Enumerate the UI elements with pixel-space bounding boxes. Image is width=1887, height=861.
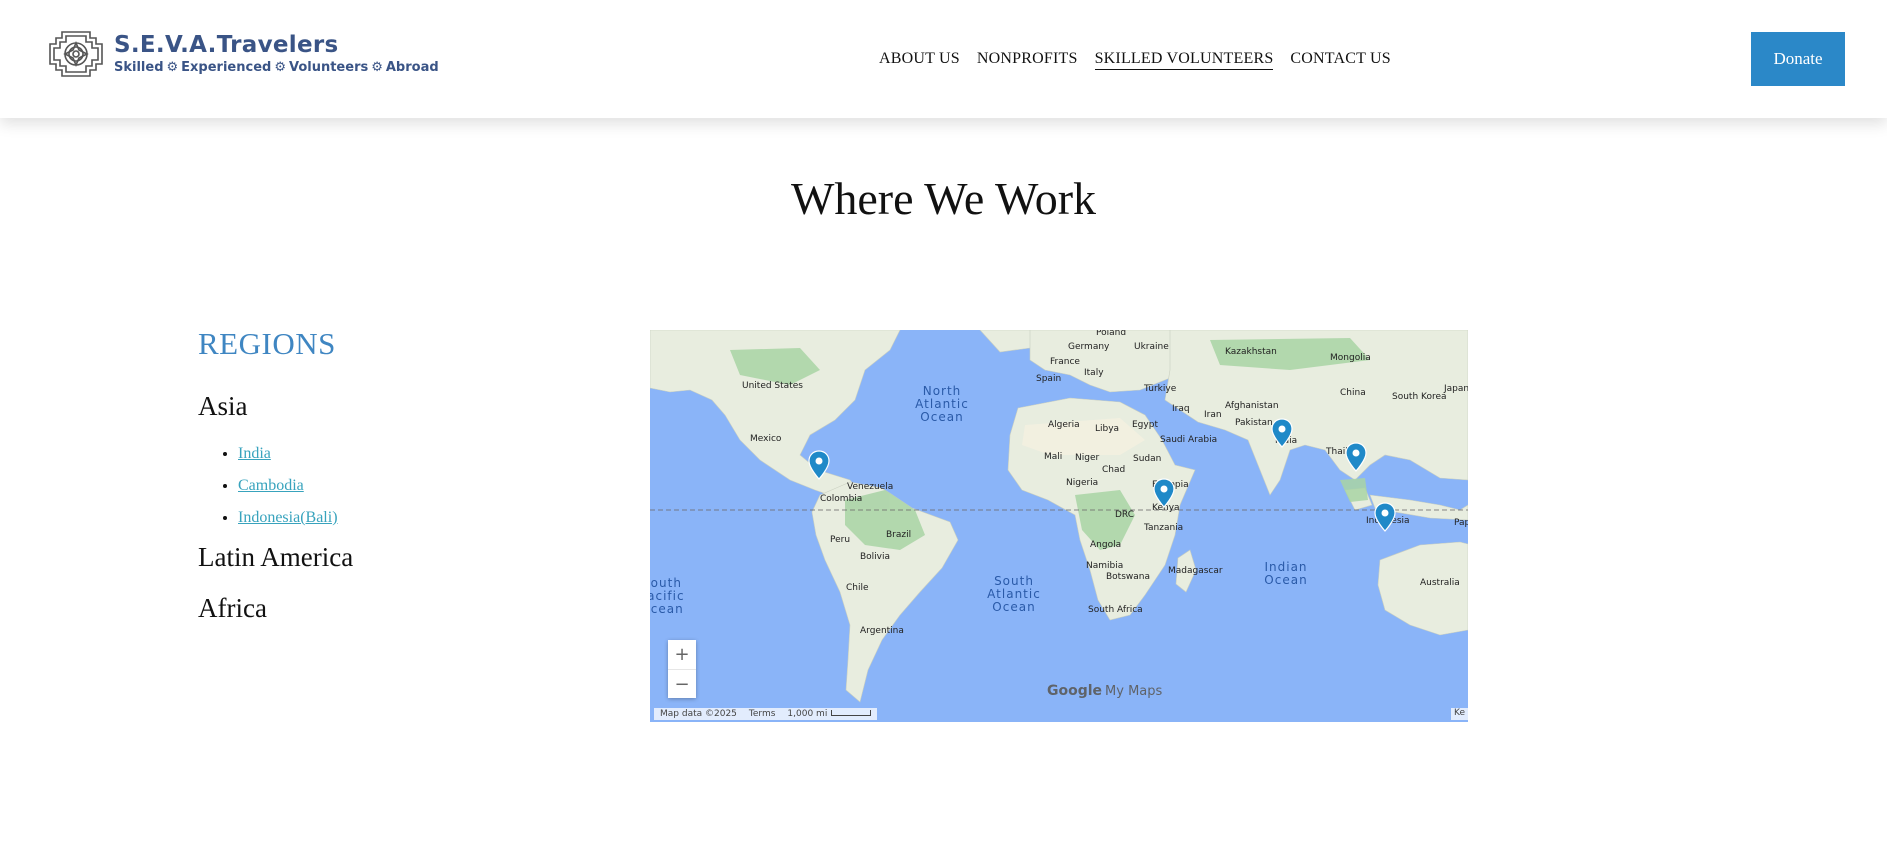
zoom-in-button[interactable]: + — [668, 640, 696, 669]
map-country-label: South Africa — [1088, 605, 1143, 615]
map-scale-label: 1,000 mi — [787, 709, 828, 719]
asia-country-list: India Cambodia Indonesia(Bali) — [198, 438, 578, 534]
nav-skilled-volunteers[interactable]: SKILLED VOLUNTEERS — [1094, 50, 1274, 70]
map-attribution: Map data ©2025 Terms 1,000 mi — [654, 708, 878, 720]
map-country-label: United States — [742, 381, 803, 391]
map-country-label: Namibia — [1086, 561, 1124, 571]
map-country-label: Sudan — [1133, 454, 1162, 464]
zoom-out-button[interactable]: − — [668, 669, 696, 698]
logo-title: S.E.V.A.Travelers — [114, 32, 339, 58]
nav-nonprofits[interactable]: NONPROFITS — [977, 50, 1078, 70]
ocean-label-south-pacific: South Pacific Ocean — [650, 576, 685, 616]
site-logo[interactable]: S.E.V.A.Travelers Skilled ⚙ Experienced … — [48, 28, 439, 80]
map-country-label: Mongolia — [1330, 353, 1371, 363]
nav-about-us[interactable]: ABOUT US — [879, 50, 960, 70]
google-my-maps-logo: Google My Maps — [1047, 683, 1162, 699]
map-scale: 1,000 mi — [787, 709, 872, 719]
my-maps-wordmark: My Maps — [1105, 684, 1163, 699]
google-wordmark: Google — [1047, 683, 1103, 699]
map-data-credit: Map data ©2025 — [660, 709, 737, 719]
map-country-label: DRC — [1115, 510, 1135, 520]
map-marker-pin-icon[interactable] — [1345, 442, 1367, 472]
map-country-label: Türkiye — [1144, 384, 1177, 394]
map-zoom-controls: + − — [668, 640, 696, 698]
map-country-label: Libya — [1095, 424, 1120, 434]
map-country-label: Afghanistan — [1225, 401, 1279, 411]
country-link-indonesia[interactable]: Indonesia(Bali) — [238, 509, 338, 526]
map-country-label: Tanzania — [1144, 523, 1184, 533]
scale-bar-icon — [831, 710, 872, 716]
map-country-label: Angola — [1090, 540, 1122, 550]
map-country-label: Botswana — [1106, 572, 1150, 582]
country-link-india[interactable]: India — [238, 445, 271, 462]
page-title: Where We Work — [790, 173, 1097, 224]
map-country-label: Spain — [1036, 374, 1062, 384]
logo-emblem-icon — [49, 31, 103, 77]
map-country-label: Colombia — [820, 494, 863, 504]
world-map[interactable]: Poland Germany Ukraine Kazakhstan Mongol… — [650, 330, 1468, 722]
regions-heading: REGIONS — [198, 326, 336, 361]
gear-icon: ⚙ — [371, 60, 383, 75]
map-country-label: France — [1050, 357, 1080, 367]
map-country-label: Saudi Arabia — [1160, 435, 1218, 445]
region-asia: Asia — [198, 391, 248, 421]
map-marker-pin-icon[interactable] — [1271, 418, 1293, 448]
list-item: India — [238, 438, 578, 470]
map-country-label: Peru — [830, 535, 851, 545]
map-country-label: Egypt — [1132, 420, 1158, 430]
tagline-word: Abroad — [385, 60, 439, 75]
map-country-label: Nigeria — [1066, 478, 1099, 488]
region-latin-america: Latin America — [198, 542, 354, 572]
map-country-label: Mali — [1044, 452, 1063, 462]
map-country-label: Kazakhstan — [1225, 347, 1277, 357]
map-country-label: Papua New Guinea — [1454, 518, 1468, 528]
map-country-label: Argentina — [860, 626, 904, 636]
site-header: S.E.V.A.Travelers Skilled ⚙ Experienced … — [0, 0, 1887, 118]
ocean-label-indian: Indian Ocean — [1264, 560, 1308, 587]
map-country-label: Australia — [1420, 578, 1460, 588]
regions-sidebar: REGIONS Asia India Cambodia Indonesia(Ba… — [198, 326, 578, 624]
map-country-label: China — [1340, 388, 1366, 398]
map-country-label: Mexico — [750, 434, 782, 444]
map-country-label: Brazil — [886, 530, 912, 540]
ocean-label-south-atlantic: South Atlantic Ocean — [987, 574, 1041, 614]
tagline-word: Skilled — [114, 60, 164, 75]
list-item: Indonesia(Bali) — [238, 502, 578, 534]
map-country-label: Pakistan — [1235, 418, 1273, 428]
ocean-label-north-atlantic: North Atlantic Ocean — [915, 384, 969, 424]
map-country-label: Germany — [1068, 342, 1110, 352]
map-country-label: Poland — [1096, 330, 1127, 338]
gear-icon: ⚙ — [166, 60, 179, 75]
map-country-label: Venezuela — [847, 482, 894, 492]
map-country-label: Iraq — [1172, 404, 1190, 414]
map-country-label: Chile — [846, 583, 869, 593]
map-country-label: Iran — [1204, 410, 1222, 420]
country-link-cambodia[interactable]: Cambodia — [238, 477, 304, 494]
map-country-label: Japan — [1444, 384, 1468, 394]
map-country-label: Italy — [1084, 368, 1104, 378]
map-marker-pin-icon[interactable] — [808, 450, 830, 480]
gear-icon: ⚙ — [274, 60, 286, 75]
tagline-word: Volunteers — [288, 60, 369, 75]
logo-tagline: Skilled ⚙ Experienced ⚙ Volunteers ⚙ Abr… — [114, 59, 439, 77]
list-item: Cambodia — [238, 470, 578, 502]
map-marker-pin-icon[interactable] — [1153, 478, 1175, 508]
map-country-label: South Korea — [1392, 392, 1447, 402]
tagline-word: Experienced — [181, 60, 272, 75]
map-country-label: Niger — [1075, 453, 1100, 463]
main-nav: ABOUT US NONPROFITS SKILLED VOLUNTEERS C… — [879, 50, 1391, 70]
map-country-label: Madagascar — [1168, 566, 1223, 576]
map-country-label: Bolivia — [860, 552, 891, 562]
donate-button[interactable]: Donate — [1751, 32, 1845, 86]
region-africa: Africa — [198, 593, 267, 623]
map-country-label: Ukraine — [1134, 342, 1169, 352]
keyboard-shortcuts-link[interactable]: Ke — [1451, 708, 1468, 720]
nav-contact-us[interactable]: CONTACT US — [1290, 50, 1390, 70]
map-country-label: Chad — [1102, 465, 1126, 475]
map-marker-pin-icon[interactable] — [1374, 502, 1396, 532]
map-terms-link[interactable]: Terms — [749, 709, 776, 719]
map-country-label: Algeria — [1048, 420, 1080, 430]
